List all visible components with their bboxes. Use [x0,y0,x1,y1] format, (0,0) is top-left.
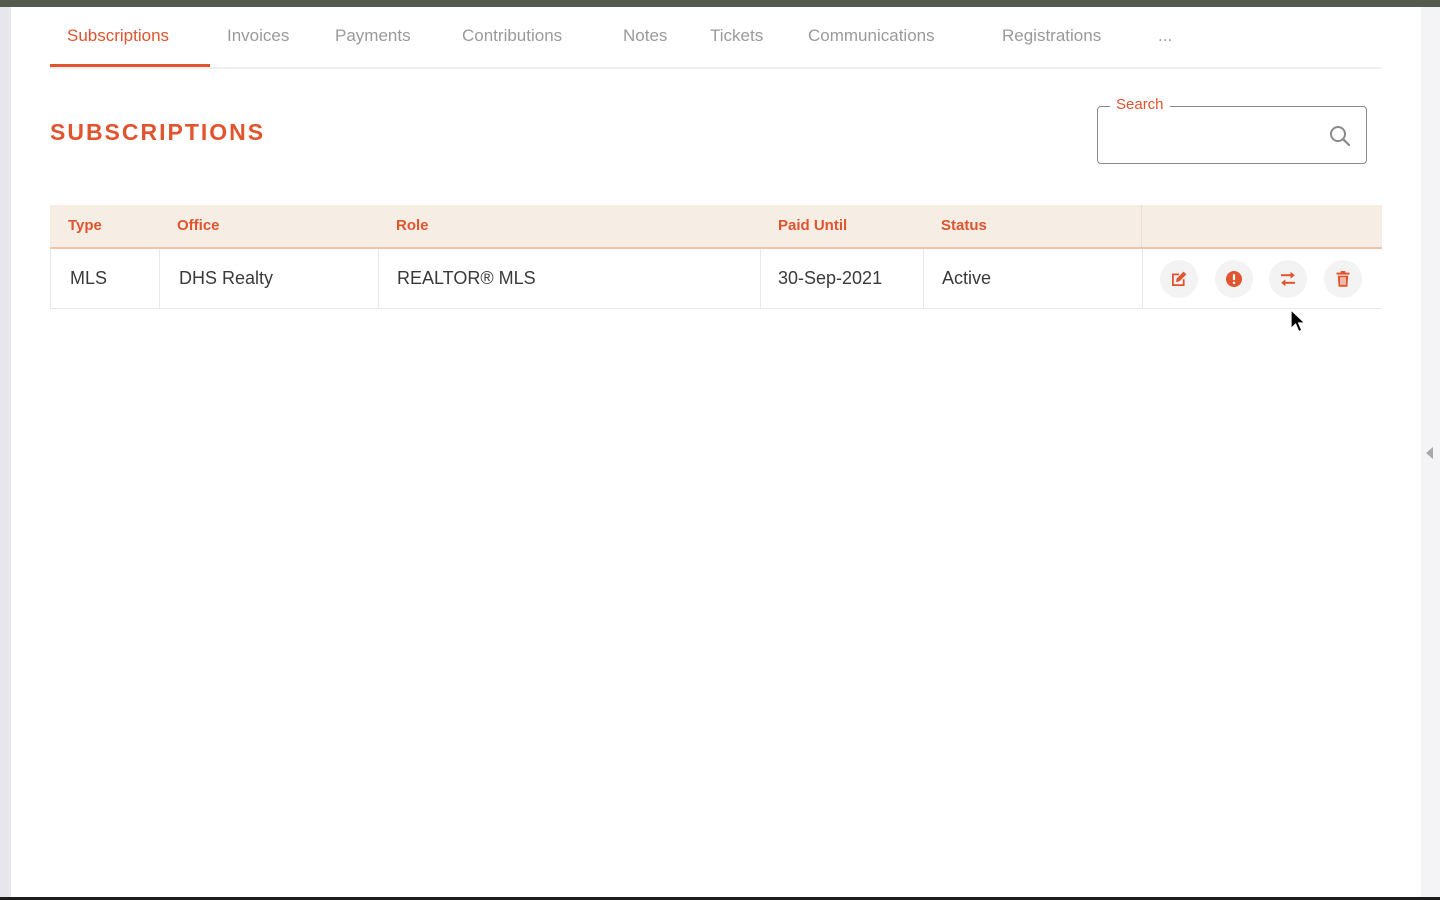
cell-divider [760,249,761,308]
cell-divider [159,249,160,308]
alert-button[interactable] [1215,260,1253,298]
tab-tickets[interactable]: Tickets [710,7,763,65]
search-field[interactable]: Search [1097,96,1367,164]
cell-divider [378,249,379,308]
search-input[interactable] [1112,121,1316,151]
mouse-cursor-icon [1290,309,1306,333]
edit-icon [1172,271,1187,286]
tab-contributions[interactable]: Contributions [462,7,562,65]
cell-paid-until: 30-Sep-2021 [778,268,883,288]
cell-role: REALTOR® MLS [397,268,536,288]
subscriptions-table: Type Office Role Paid Until Status MLS D… [50,205,1382,309]
tab-registrations[interactable]: Registrations [1002,7,1101,65]
cell-office: DHS Realty [179,268,274,288]
column-header-role[interactable]: Role [396,205,429,247]
column-divider [1141,205,1142,247]
transfer-button[interactable] [1269,260,1307,298]
tab-more[interactable]: ... [1158,7,1172,65]
window-top-bar [0,0,1440,7]
tab-payments[interactable]: Payments [335,7,411,65]
left-edge-strip [0,7,11,900]
column-header-office[interactable]: Office [177,205,220,247]
tab-communications[interactable]: Communications [808,7,935,65]
collapse-panel-icon[interactable] [1426,447,1433,459]
column-header-status[interactable]: Status [941,205,987,247]
tab-notes[interactable]: Notes [623,7,667,65]
cell-type: MLS [70,268,108,288]
column-header-paid-until[interactable]: Paid Until [778,205,847,247]
trash-icon [1336,271,1350,287]
tab-bar: Subscriptions Invoices Payments Contribu… [50,7,1382,69]
table-header: Type Office Role Paid Until Status [50,205,1382,249]
edit-button[interactable] [1160,260,1198,298]
column-header-type[interactable]: Type [68,205,102,247]
cell-divider [923,249,924,308]
tab-invoices[interactable]: Invoices [227,7,289,65]
active-tab-indicator [50,64,210,67]
cell-status: Active [942,268,992,288]
page-title: SUBSCRIPTIONS [50,119,266,145]
delete-button[interactable] [1324,260,1362,298]
alert-icon [1226,271,1242,287]
search-icon[interactable] [1328,124,1352,148]
tab-subscriptions[interactable]: Subscriptions [67,7,169,65]
table-row: MLS DHS Realty REALTOR® MLS 30-Sep-2021 … [50,249,1382,309]
search-label: Search [1110,96,1170,113]
cell-divider [1142,249,1143,308]
swap-icon [1281,271,1295,287]
